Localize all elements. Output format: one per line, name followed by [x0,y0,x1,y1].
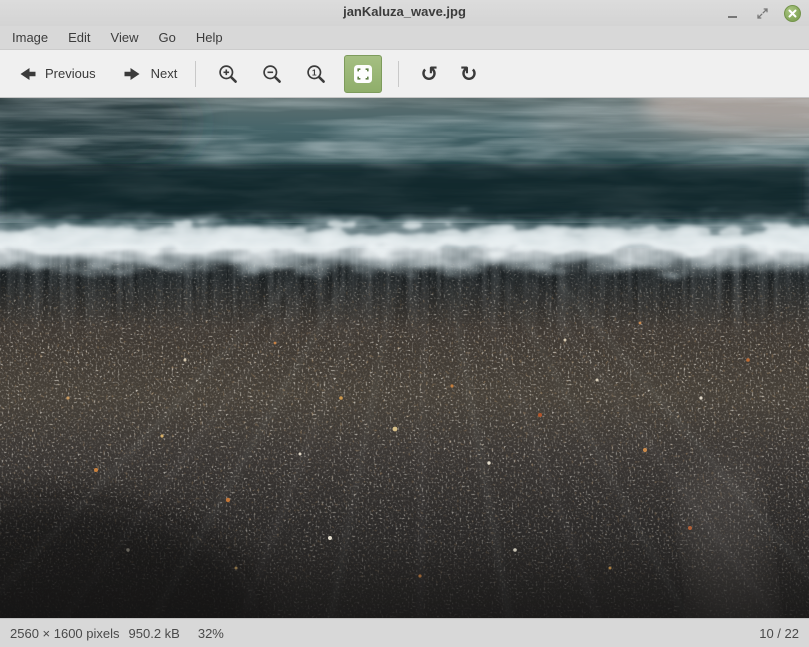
rotate-counterclockwise-icon: ↺ [420,63,438,85]
zoom-out-button[interactable] [255,57,289,91]
file-size: 950.2 kB [129,626,180,641]
next-label: Next [151,66,178,81]
menu-edit[interactable]: Edit [58,26,100,49]
status-bar: 2560 × 1600 pixels 950.2 kB 32% 10 / 22 [0,618,809,647]
image-viewport [0,98,809,618]
window-title: janKaluza_wave.jpg [0,0,809,26]
best-fit-button[interactable] [344,55,382,93]
svg-text:1: 1 [312,67,317,77]
menu-view[interactable]: View [101,26,149,49]
previous-button[interactable]: Previous [8,57,104,91]
image-index: 10 / 22 [759,626,799,641]
toolbar-separator [398,61,399,87]
menu-go[interactable]: Go [149,26,186,49]
next-button[interactable]: Next [114,57,186,91]
restore-icon [755,6,770,21]
fit-to-window-icon [351,62,375,86]
rotate-right-button[interactable]: ↻ [454,57,484,91]
restore-button[interactable] [754,5,771,22]
close-icon [788,9,797,18]
minimize-button[interactable] [724,5,741,22]
rotate-left-button[interactable]: ↺ [414,57,444,91]
magnifier-1-icon: 1 [305,63,327,85]
rotate-clockwise-icon: ↻ [460,63,478,85]
toolbar-separator [195,61,196,87]
arrow-right-icon [122,63,144,85]
magnifier-minus-icon [261,63,283,85]
window-controls [724,0,801,26]
menu-help[interactable]: Help [186,26,233,49]
title-bar: janKaluza_wave.jpg [0,0,809,26]
arrow-left-icon [16,63,38,85]
zoom-normal-button[interactable]: 1 [299,57,333,91]
image-viewer-window: janKaluza_wave.jpg Image Edit View Go He… [0,0,809,647]
toolbar: Previous Next [0,50,809,98]
photo-wave-on-beach [0,98,809,618]
previous-label: Previous [45,66,96,81]
magnifier-plus-icon [217,63,239,85]
menu-bar: Image Edit View Go Help [0,26,809,50]
minimize-icon [728,16,737,18]
zoom-level: 32% [198,626,224,641]
image-dimensions: 2560 × 1600 pixels [10,626,120,641]
menu-image[interactable]: Image [2,26,58,49]
close-button[interactable] [784,5,801,22]
zoom-in-button[interactable] [211,57,245,91]
